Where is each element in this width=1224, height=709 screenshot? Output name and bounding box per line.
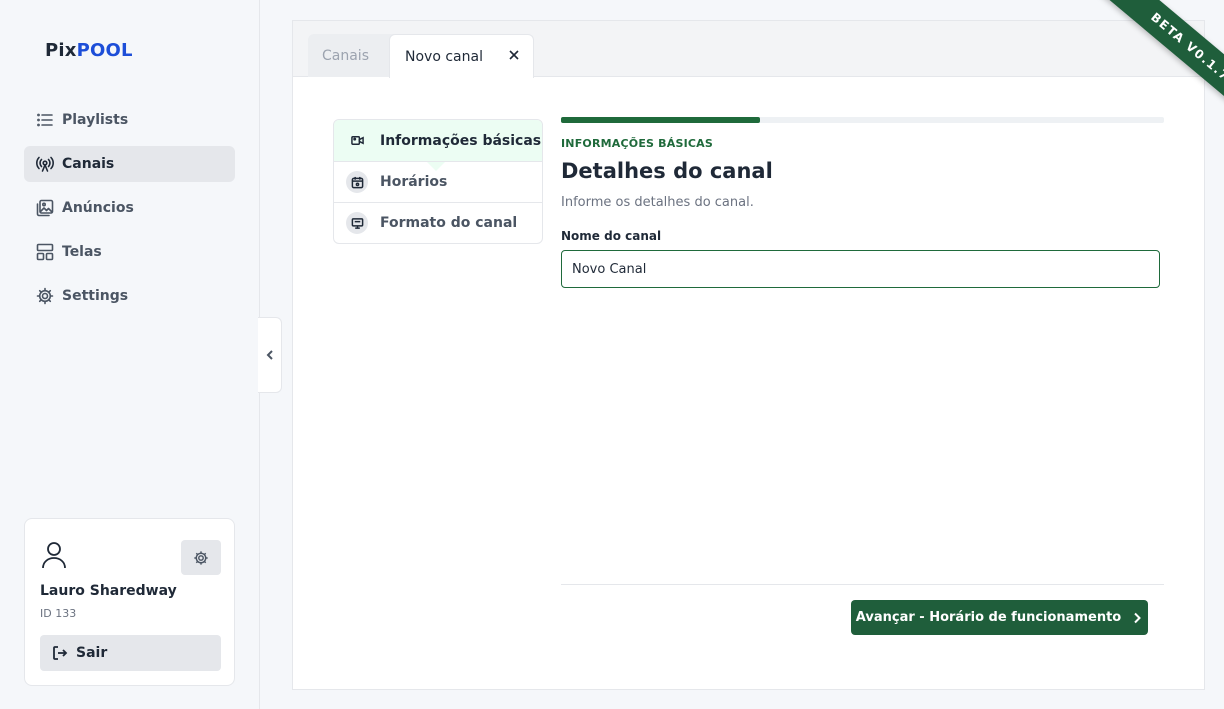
main-panel: Canais Novo canal Informações básicas Ho… bbox=[292, 20, 1205, 690]
channel-name-input[interactable] bbox=[561, 250, 1160, 288]
logout-button[interactable]: Sair bbox=[40, 635, 221, 671]
logout-label: Sair bbox=[76, 645, 108, 661]
wizard-progress-fill bbox=[561, 117, 760, 123]
sidebar-item-anuncios[interactable]: Anúncios bbox=[24, 190, 235, 226]
tab-label: Canais bbox=[322, 47, 369, 64]
images-icon bbox=[36, 199, 54, 217]
layout-icon bbox=[36, 243, 54, 261]
step-horarios[interactable]: Horários bbox=[334, 161, 542, 202]
section-kicker: INFORMAÇÕES BÁSICAS bbox=[561, 137, 714, 150]
user-icon bbox=[41, 541, 67, 569]
step-label: Horários bbox=[380, 174, 448, 190]
user-name: Lauro Sharedway bbox=[40, 583, 177, 599]
gear-icon bbox=[194, 550, 208, 565]
video-camera-icon bbox=[346, 130, 368, 152]
close-tab-button[interactable] bbox=[507, 48, 521, 62]
section-description: Informe os detalhes do canal. bbox=[561, 195, 754, 210]
next-step-button[interactable]: Avançar - Horário de funcionamento bbox=[851, 600, 1148, 635]
user-card: Lauro Sharedway ID 133 Sair bbox=[24, 518, 235, 686]
step-informacoes-basicas[interactable]: Informações básicas bbox=[334, 120, 542, 171]
next-step-label: Avançar - Horário de funcionamento bbox=[855, 610, 1122, 625]
step-label: Formato do canal bbox=[380, 215, 518, 231]
logo-pix: Pix bbox=[45, 40, 77, 61]
chevron-right-icon bbox=[1134, 612, 1142, 623]
channel-name-label: Nome do canal bbox=[561, 229, 662, 243]
section-title: Detalhes do canal bbox=[561, 159, 773, 183]
tab-canais[interactable]: Canais bbox=[308, 34, 400, 77]
step-formato-do-canal[interactable]: Formato do canal bbox=[334, 202, 542, 243]
monitor-icon bbox=[346, 212, 368, 234]
logout-icon bbox=[53, 646, 68, 660]
sidebar-item-canais[interactable]: Canais bbox=[24, 146, 235, 182]
user-settings-button[interactable] bbox=[181, 540, 221, 575]
calendar-icon bbox=[346, 171, 368, 193]
step-label: Informações básicas bbox=[380, 132, 542, 149]
collapse-sidebar-button[interactable] bbox=[258, 317, 282, 393]
sidebar-item-playlists[interactable]: Playlists bbox=[24, 102, 235, 138]
wizard-progress bbox=[561, 117, 1164, 123]
wizard-steps: Informações básicas Horários Formato do … bbox=[333, 119, 543, 244]
sidebar-nav: Playlists Canais Anúncios Telas Settings bbox=[24, 102, 235, 322]
sidebar-item-label: Anúncios bbox=[62, 200, 134, 216]
sidebar-item-telas[interactable]: Telas bbox=[24, 234, 235, 270]
list-icon bbox=[37, 113, 53, 127]
sidebar-item-settings[interactable]: Settings bbox=[24, 278, 235, 314]
tab-bar: Canais Novo canal bbox=[293, 21, 1204, 78]
broadcast-icon bbox=[36, 156, 54, 172]
sidebar-item-label: Canais bbox=[62, 156, 115, 172]
user-id: ID 133 bbox=[40, 607, 77, 620]
divider bbox=[561, 584, 1164, 585]
logo-pool: POOL bbox=[76, 40, 133, 61]
tab-novo-canal[interactable]: Novo canal bbox=[389, 34, 534, 78]
gear-icon bbox=[36, 287, 54, 305]
app-logo[interactable]: PixPOOL bbox=[45, 40, 133, 61]
close-icon bbox=[509, 50, 519, 60]
sidebar: PixPOOL Playlists Canais Anúncios Telas … bbox=[0, 0, 260, 709]
sidebar-item-label: Telas bbox=[62, 244, 102, 260]
tab-label: Novo canal bbox=[405, 48, 483, 65]
sidebar-item-label: Playlists bbox=[62, 112, 129, 128]
sidebar-item-label: Settings bbox=[62, 288, 129, 304]
chevron-left-icon bbox=[266, 350, 273, 360]
